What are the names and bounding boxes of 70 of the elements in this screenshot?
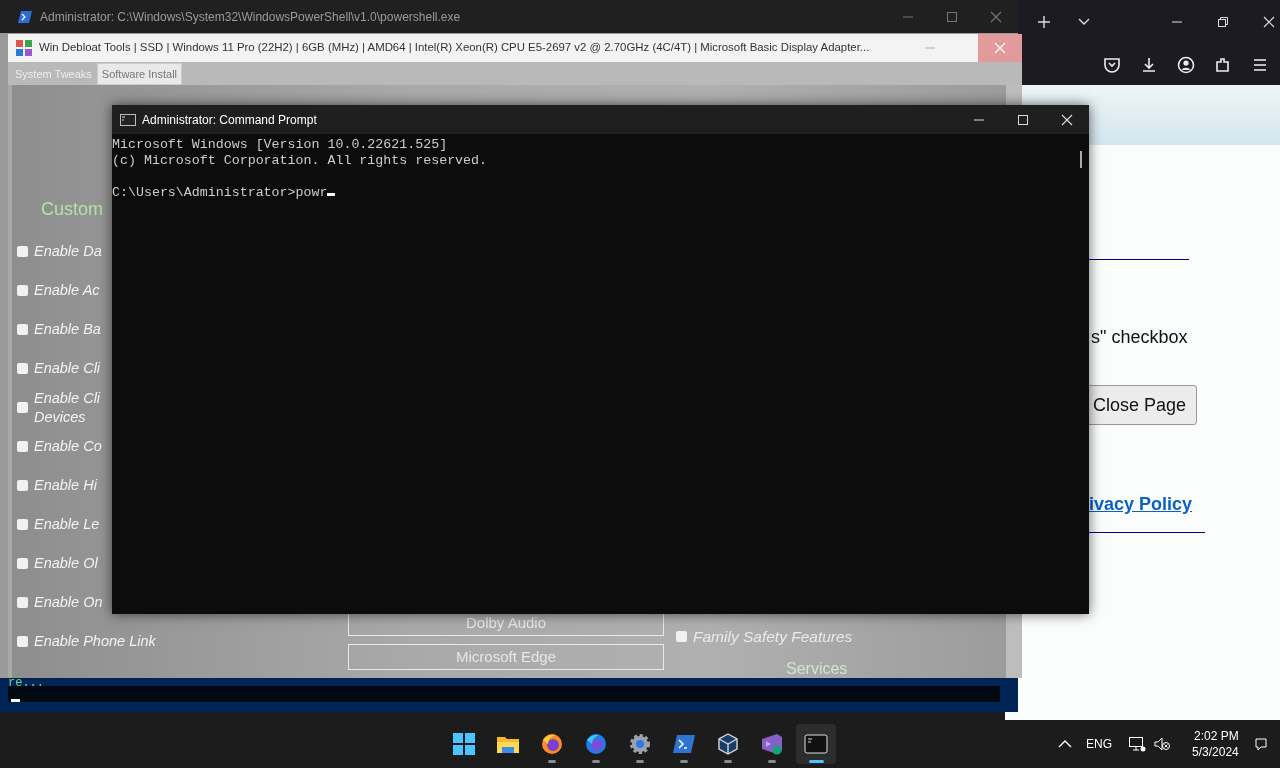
close-icon [1060, 113, 1074, 126]
fox-globe-icon [584, 732, 608, 756]
restore-icon[interactable] [1217, 16, 1229, 28]
checkbox[interactable] [676, 631, 687, 642]
checkbox-instruction-text: s" checkbox [1091, 326, 1188, 348]
fox-globe-icon [540, 732, 564, 756]
group-heading: Custom [41, 198, 103, 221]
chevron-up-icon[interactable] [1058, 739, 1072, 749]
checkbox[interactable] [17, 441, 28, 452]
checkbox-option[interactable]: Enable Co [17, 427, 102, 466]
console-icon [804, 732, 828, 756]
checkbox[interactable] [17, 324, 28, 335]
checkbox-option[interactable]: Enable Ba [17, 310, 101, 349]
close-icon [989, 10, 1003, 23]
taskbar-button[interactable] [796, 724, 836, 764]
window-title: Administrator: C:\Windows\System32\WindowsPowerShell\v1.0\powershell.exe [40, 8, 462, 26]
text-cursor [11, 699, 20, 702]
privacy-policy-link[interactable]: ivacy Policy [1089, 493, 1193, 515]
checkbox[interactable] [17, 285, 28, 296]
checkbox-option[interactable]: Enable Cli Devices [17, 388, 110, 427]
maximize-icon [1016, 113, 1030, 126]
start-icon [452, 732, 476, 756]
extensions-icon[interactable] [1214, 55, 1232, 74]
window-title: Administrator: Command Prompt [142, 111, 318, 129]
group-heading: Services [786, 660, 848, 678]
clock-time[interactable]: 2:02 PM [1194, 728, 1239, 744]
checkbox[interactable] [17, 246, 28, 257]
checkbox[interactable] [17, 558, 28, 569]
console-icon [120, 113, 136, 126]
checkbox-option[interactable]: Enable Hi [17, 466, 97, 505]
tab[interactable]: Software Install [96, 63, 183, 85]
account-icon[interactable] [1177, 55, 1195, 74]
network-icon[interactable] [1128, 735, 1146, 753]
close-icon[interactable] [1263, 16, 1275, 28]
checkbox-option[interactable]: Enable Le [17, 505, 100, 544]
checkbox-option[interactable]: Enable Phone Link [17, 622, 156, 661]
notification-icon[interactable] [1252, 736, 1269, 752]
checkbox[interactable] [17, 402, 28, 413]
close-icon [993, 42, 1007, 54]
cube-icon [716, 732, 740, 756]
checkbox[interactable] [17, 519, 28, 530]
console-line: (c) Microsoft Corporation. All rights reserved. [112, 153, 488, 169]
console-line: Microsoft Windows [Version 10.0.22621.525] [112, 137, 448, 153]
checkbox-option[interactable]: Enable Da [17, 232, 102, 271]
checkbox-option[interactable]: Enable Ol [17, 544, 98, 583]
checkbox[interactable] [17, 480, 28, 491]
checkbox-option[interactable]: Family Safety Features [676, 617, 853, 656]
pocket-icon[interactable] [1103, 55, 1121, 74]
console-text: re... [8, 677, 44, 689]
scrollbar-thumb[interactable] [1080, 151, 1082, 168]
checkbox[interactable] [17, 363, 28, 374]
checkbox-option[interactable]: Enable Ac [17, 271, 100, 310]
terminal-icon [18, 10, 32, 23]
text-cursor [327, 193, 336, 196]
terminal-icon [672, 732, 696, 756]
checkbox[interactable] [17, 636, 28, 647]
command-prompt-line: C:\Users\Administrator>powr [112, 185, 328, 201]
settings-icon [628, 732, 652, 756]
download-icon[interactable] [1140, 55, 1158, 74]
app-logo-icon [16, 40, 32, 56]
new-tab-icon[interactable] [1037, 15, 1051, 29]
muted-speaker-icon[interactable] [1154, 736, 1170, 752]
language-indicator[interactable]: ENG [1086, 735, 1112, 753]
window-title: Win Debloat Tools | SSD | Windows 11 Pro (22H2) | 6GB (MHz) | AMD64 | Intel(R) Xeon(R) CPU E5-2697 v2 @ 2.70GHz (4C/4T) | Microsoft Basic Display Adapter... [39, 40, 871, 56]
app-button[interactable]: Microsoft Edge [348, 644, 664, 670]
checkbox-option[interactable]: Enable Cli [17, 349, 101, 388]
checkbox-option[interactable]: Enable On [17, 583, 103, 622]
checkbox[interactable] [17, 597, 28, 608]
clock-date[interactable]: 5/3/2024 [1192, 744, 1239, 760]
maximize-icon [945, 10, 959, 23]
